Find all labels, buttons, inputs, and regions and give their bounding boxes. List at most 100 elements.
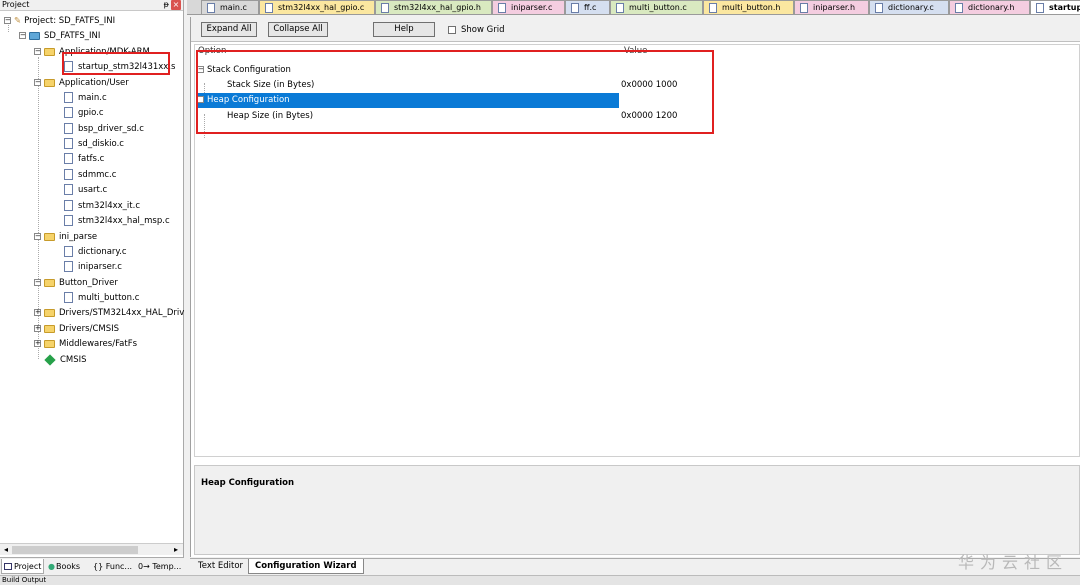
- collapse-all-button[interactable]: Collapse All: [268, 22, 328, 37]
- file-fatfs-c[interactable]: fatfs.c: [64, 152, 104, 166]
- highlight-box: [62, 52, 170, 75]
- file-stm32l4xx-it-c[interactable]: stm32l4xx_it.c: [64, 199, 140, 213]
- description-text: Heap Configuration: [201, 478, 295, 488]
- pin-icon[interactable]: ᵽ: [164, 0, 169, 10]
- file-iniparser-c[interactable]: iniparser.c: [64, 260, 122, 274]
- component-cmsis[interactable]: CMSIS: [44, 353, 87, 367]
- file-dictionary-c[interactable]: dictionary.c: [64, 245, 127, 259]
- group-drivers-hal[interactable]: + Drivers/STM32L4xx_HAL_Driv: [34, 306, 184, 320]
- collapse-icon[interactable]: −: [4, 17, 11, 24]
- collapse-icon[interactable]: −: [34, 79, 41, 86]
- group-middlewares-fatfs[interactable]: + Middlewares/FatFs: [34, 337, 137, 351]
- scroll-thumb[interactable]: [12, 546, 138, 554]
- project-panel-title: Project: [2, 0, 30, 9]
- highlight-box: [196, 50, 714, 134]
- file-sd-diskio-c[interactable]: sd_diskio.c: [64, 137, 124, 151]
- project-root[interactable]: − ✎ Project: SD_FATFS_INI: [4, 14, 115, 28]
- scroll-right-icon[interactable]: ▸: [171, 545, 181, 555]
- file-tab[interactable]: stm32l4xx_hal_gpio.c: [259, 0, 375, 14]
- horizontal-scrollbar[interactable]: ◂ ▸: [0, 543, 183, 555]
- folder-icon: [44, 232, 55, 241]
- description-pane: Heap Configuration: [194, 465, 1080, 555]
- file-icon: [64, 292, 73, 303]
- file-icon: [800, 3, 808, 13]
- folder-icon: [44, 308, 55, 317]
- folder-icon: [44, 78, 55, 87]
- expand-icon[interactable]: +: [34, 325, 41, 332]
- file-tab[interactable]: iniparser.h: [794, 0, 869, 14]
- collapse-icon[interactable]: −: [34, 279, 41, 286]
- file-icon: [64, 215, 73, 226]
- file-icon: [64, 169, 73, 180]
- file-stm32l4xx-hal-msp-c[interactable]: stm32l4xx_hal_msp.c: [64, 214, 170, 228]
- file-bsp-driver-sd-c[interactable]: bsp_driver_sd.c: [64, 122, 144, 136]
- scroll-left-icon[interactable]: ◂: [1, 545, 11, 555]
- file-icon: [955, 3, 963, 13]
- close-icon[interactable]: ×: [171, 0, 181, 10]
- editor-mode-tabs: Text Editor Configuration Wizard: [190, 558, 1080, 574]
- collapse-icon[interactable]: −: [19, 32, 26, 39]
- folder-icon: [44, 324, 55, 333]
- configuration-wizard: Expand All Collapse All Help Show Grid O…: [190, 17, 1080, 557]
- file-multi-button-c[interactable]: multi_button.c: [64, 291, 139, 305]
- file-gpio-c[interactable]: gpio.c: [64, 106, 104, 120]
- file-sdmmc-c[interactable]: sdmmc.c: [64, 168, 116, 182]
- file-icon: [64, 184, 73, 195]
- file-icon: [64, 123, 73, 134]
- project-panel-tabs: Project ●Books {} Func... 0→ Temp...: [0, 557, 184, 574]
- file-tab[interactable]: dictionary.c: [869, 0, 949, 14]
- group-button-driver[interactable]: − Button_Driver: [34, 276, 118, 290]
- wizard-toolbar: Expand All Collapse All Help Show Grid: [191, 17, 1080, 42]
- file-tab[interactable]: startup: [1030, 0, 1080, 14]
- project-tab-icon: [4, 563, 12, 570]
- build-output-bar: Build Output: [0, 575, 1080, 585]
- target-icon: [29, 31, 40, 40]
- file-icon: [207, 3, 215, 13]
- file-tab[interactable]: stm32l4xx_hal_gpio.h: [375, 0, 492, 14]
- file-usart-c[interactable]: usart.c: [64, 183, 107, 197]
- file-icon: [616, 3, 624, 13]
- file-icon: [498, 3, 506, 13]
- file-tab[interactable]: multi_button.h: [703, 0, 794, 14]
- show-grid-label: Show Grid: [461, 25, 505, 35]
- group-drivers-cmsis[interactable]: + Drivers/CMSIS: [34, 322, 119, 336]
- collapse-icon[interactable]: −: [34, 233, 41, 240]
- file-tab[interactable]: iniparser.c: [492, 0, 565, 14]
- project-panel: Project ᵽ × − ✎ Project: SD_FATFS_INI − SD_…: [0, 0, 184, 574]
- file-tab[interactable]: main.c: [201, 0, 259, 14]
- file-tab[interactable]: multi_button.c: [610, 0, 703, 14]
- file-icon: [265, 3, 273, 13]
- tab-text-editor[interactable]: Text Editor: [192, 559, 249, 574]
- file-icon: [64, 153, 73, 164]
- file-icon: [1036, 3, 1044, 13]
- tab-functions[interactable]: {} Func...: [91, 559, 134, 574]
- file-icon: [381, 3, 389, 13]
- file-icon: [64, 107, 73, 118]
- file-icon: [64, 246, 73, 257]
- tab-templates[interactable]: 0→ Temp...: [136, 559, 183, 574]
- tab-books[interactable]: ●Books: [46, 559, 82, 574]
- group-application-user[interactable]: − Application/User: [34, 76, 129, 90]
- file-main-c[interactable]: main.c: [64, 91, 107, 105]
- file-tab[interactable]: ff.c: [565, 0, 610, 14]
- file-tab[interactable]: dictionary.h: [949, 0, 1030, 14]
- file-icon: [571, 3, 579, 13]
- project-panel-header: Project ᵽ ×: [0, 0, 183, 11]
- target-node[interactable]: − SD_FATFS_INI: [19, 29, 100, 43]
- file-icon: [64, 92, 73, 103]
- expand-all-button[interactable]: Expand All: [201, 22, 257, 37]
- component-icon: [44, 353, 56, 366]
- show-grid-checkbox[interactable]: [448, 26, 456, 34]
- expand-icon[interactable]: +: [34, 340, 41, 347]
- folder-icon: [44, 47, 55, 56]
- watermark: 华为云社区: [957, 553, 1068, 572]
- file-icon: [64, 200, 73, 211]
- tab-project[interactable]: Project: [1, 559, 45, 574]
- help-button[interactable]: Help: [373, 22, 435, 37]
- group-ini-parse[interactable]: − ini_parse: [34, 230, 97, 244]
- collapse-icon[interactable]: −: [34, 48, 41, 55]
- file-icon: [709, 3, 717, 13]
- expand-icon[interactable]: +: [34, 309, 41, 316]
- option-grid: Option Value − Stack Configuration Stack …: [194, 44, 1080, 457]
- tab-configuration-wizard[interactable]: Configuration Wizard: [248, 559, 364, 574]
